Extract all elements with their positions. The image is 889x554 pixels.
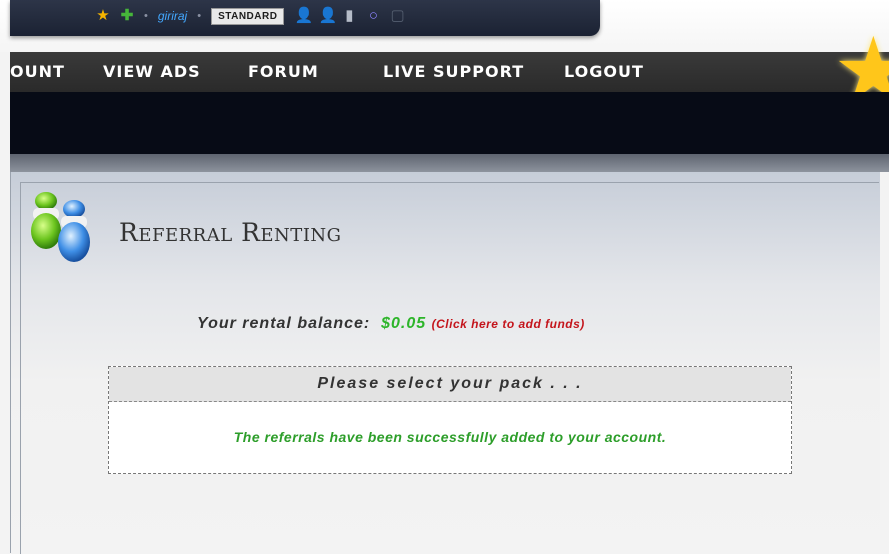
membership-badge: STANDARD xyxy=(211,7,285,25)
top-user-bar-inner: ★ ✚ • giriraj • STANDARD 👤 👤 ▮ ○ ▢ xyxy=(96,5,405,27)
header-dark-band xyxy=(10,92,889,154)
username-link[interactable]: giriraj xyxy=(158,9,187,23)
user-green-icon[interactable]: 👤 xyxy=(318,8,337,23)
bar-icon[interactable]: ▮ xyxy=(342,8,356,23)
nav-item-live-support[interactable]: LIVE SUPPORT xyxy=(383,52,524,92)
ring-icon[interactable]: ○ xyxy=(366,8,380,23)
rental-balance-line: Your rental balance: $0.05 (Click here t… xyxy=(197,315,585,333)
nav-item-logout[interactable]: LOGOUT xyxy=(564,52,644,92)
page-title: Referral Renting xyxy=(119,218,342,247)
pack-selection-box: Please select your pack . . . The referr… xyxy=(108,366,792,474)
pack-header: Please select your pack . . . xyxy=(109,367,791,402)
user-blue-icon[interactable]: 👤 xyxy=(294,8,313,23)
star-icon[interactable]: ★ xyxy=(96,8,110,23)
box-icon[interactable]: ▢ xyxy=(390,8,404,23)
top-user-bar: ★ ✚ • giriraj • STANDARD 👤 👤 ▮ ○ ▢ xyxy=(10,0,600,36)
balance-label: Your rental balance: xyxy=(197,315,371,332)
nav-item-view-ads[interactable]: VIEW ADS xyxy=(103,52,201,92)
add-funds-link[interactable]: (Click here to add funds) xyxy=(432,317,585,331)
success-message: The referrals have been successfully add… xyxy=(233,429,667,445)
main-nav: OUNT VIEW ADS FORUM LIVE SUPPORT LOGOUT xyxy=(10,52,889,93)
referrals-icon xyxy=(31,192,90,262)
separator-dot: • xyxy=(144,10,148,22)
plus-icon[interactable]: ✚ xyxy=(120,8,134,23)
header-separator-band xyxy=(10,154,889,172)
nav-item-forum[interactable]: FORUM xyxy=(248,52,319,92)
balance-value: $0.05 xyxy=(381,315,427,332)
separator-dot: • xyxy=(197,10,202,22)
nav-item-account[interactable]: OUNT xyxy=(10,52,65,92)
